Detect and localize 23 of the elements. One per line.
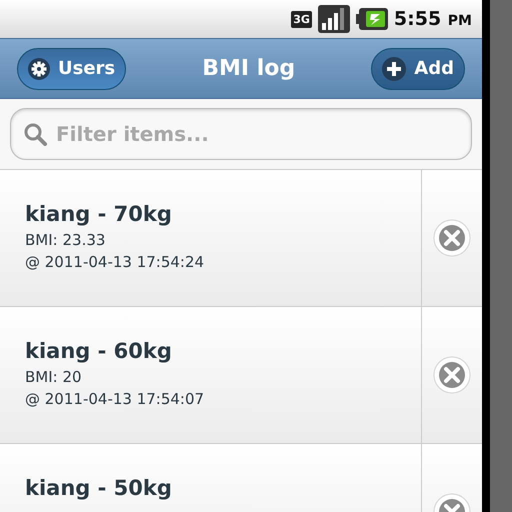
entry-title: kiang - 50kg <box>25 475 173 502</box>
entry-timestamp: @ 2011-04-13 17:54:07 <box>25 389 206 409</box>
search-field[interactable]: Filter items... <box>10 108 472 160</box>
add-button[interactable]: Add <box>371 48 465 90</box>
page-title: BMI log <box>202 55 296 83</box>
entry-title: kiang - 60kg <box>25 338 173 365</box>
clock: 5:55 PM <box>394 10 472 28</box>
signal-icon <box>318 5 350 33</box>
bmi-value: BMI: 20 <box>25 367 83 387</box>
battery-icon <box>356 8 388 30</box>
users-button[interactable]: Users <box>17 48 126 90</box>
gear-icon <box>28 58 50 80</box>
log-entry[interactable]: kiang - 70kg BMI: 23.33 @ 2011-04-13 17:54:24 <box>0 170 482 307</box>
search-icon <box>23 122 47 146</box>
log-entry[interactable]: kiang - 60kg BMI: 20 @ 2011-04-13 17:54:07 <box>0 307 482 444</box>
delete-icon[interactable] <box>433 219 471 257</box>
network-indicator: 3G <box>291 10 312 28</box>
plus-icon <box>382 56 406 80</box>
log-entry[interactable]: kiang - 50kg <box>0 444 482 512</box>
entry-title: kiang - 70kg <box>25 201 173 228</box>
entry-timestamp: @ 2011-04-13 17:54:24 <box>25 252 206 272</box>
bmi-value: BMI: 23.33 <box>25 230 106 250</box>
delete-icon[interactable] <box>433 356 471 394</box>
